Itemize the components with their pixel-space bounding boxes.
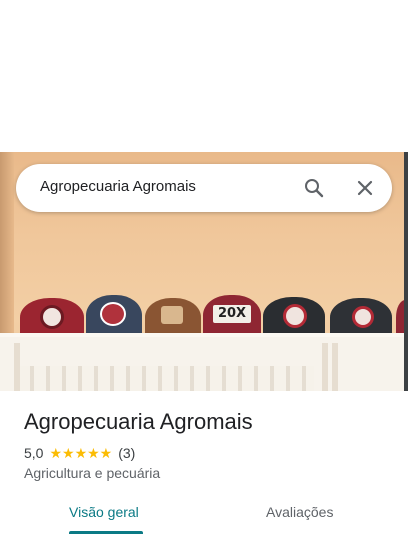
cap-patch — [40, 305, 64, 329]
place-category[interactable]: Agricultura e pecuária — [24, 465, 160, 481]
scrollbar[interactable] — [404, 152, 408, 391]
shelf-post — [322, 343, 328, 391]
rating-value: 5,0 — [24, 445, 44, 461]
tab-overview[interactable]: Visão geral — [69, 504, 139, 520]
tab-selected-indicator — [69, 531, 143, 534]
shelf-slats — [14, 366, 314, 391]
close-icon[interactable] — [353, 176, 377, 200]
shelf-post — [332, 343, 338, 391]
cap-patch — [100, 302, 126, 326]
search-bar[interactable]: Agropecuaria Agromais — [16, 164, 392, 212]
cap-logo-text: 20X — [213, 305, 251, 323]
review-count[interactable]: (3) — [118, 445, 135, 461]
star-rating-icon: ★★★★★ — [49, 444, 113, 461]
rating-row[interactable]: 5,0 ★★★★★ (3) — [24, 444, 135, 462]
cap-patch — [161, 306, 183, 324]
search-input[interactable]: Agropecuaria Agromais — [40, 178, 196, 195]
tab-reviews[interactable]: Avaliações — [266, 504, 333, 520]
cap-patch — [283, 304, 307, 328]
blank-header-area — [0, 0, 408, 152]
search-icon[interactable] — [302, 176, 326, 200]
place-title: Agropecuaria Agromais — [24, 409, 253, 434]
cap-patch — [352, 306, 374, 328]
tab-bar: Visão geral Avaliações — [0, 492, 408, 544]
shelf-post — [14, 343, 20, 391]
